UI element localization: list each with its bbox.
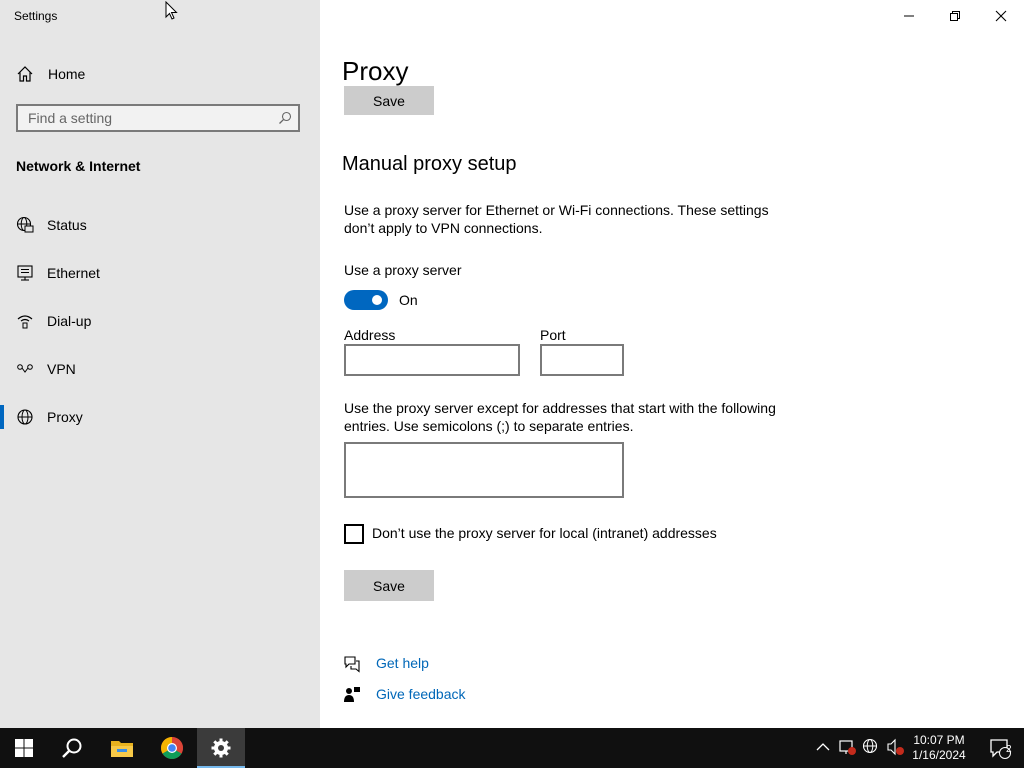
minimize-icon (904, 15, 914, 17)
sidebar-item-vpn[interactable]: VPN (0, 349, 320, 389)
sidebar-item-label: Ethernet (47, 265, 100, 281)
globe-monitor-icon (16, 216, 34, 233)
globe-icon (17, 409, 33, 425)
settings-taskbar-button[interactable] (197, 728, 245, 768)
chrome-icon (161, 737, 183, 759)
get-help-link[interactable]: Get help (343, 654, 429, 674)
sidebar-item-label: Dial-up (47, 313, 92, 329)
sidebar-item-proxy[interactable]: Proxy (0, 397, 320, 437)
minimize-button[interactable] (886, 0, 932, 32)
sidebar-item-label: Proxy (47, 409, 83, 425)
help-chat-icon (344, 656, 360, 673)
home-nav-item[interactable]: Home (16, 62, 85, 86)
search-input[interactable] (18, 106, 278, 130)
vpn-icon (17, 364, 33, 373)
sidebar-item-ethernet[interactable]: Ethernet (0, 253, 320, 293)
sidebar-item-status[interactable]: Status (0, 205, 320, 245)
port-label: Port (540, 327, 566, 343)
selected-indicator (0, 405, 4, 429)
chrome-button[interactable] (148, 728, 196, 768)
local-addresses-label[interactable]: Don’t use the proxy server for local (in… (372, 525, 717, 541)
restore-icon (950, 11, 960, 21)
sidebar-item-label: VPN (47, 361, 76, 377)
home-label: Home (48, 66, 86, 82)
notification-count: 2 (1006, 744, 1012, 755)
app-title: Settings (14, 9, 58, 23)
sidebar-item-dialup[interactable]: Dial-up (0, 301, 320, 341)
search-box[interactable] (16, 104, 300, 132)
close-button[interactable] (978, 0, 1024, 32)
get-help-label[interactable]: Get help (376, 655, 429, 671)
toggle-state-label: On (399, 292, 418, 308)
network-globe-icon[interactable] (862, 738, 880, 756)
give-feedback-label[interactable]: Give feedback (376, 686, 466, 702)
clock-date: 1/16/2024 (912, 748, 966, 762)
mouse-cursor-icon (165, 1, 178, 20)
file-explorer-icon (111, 741, 133, 757)
port-field[interactable] (540, 344, 624, 376)
exceptions-description: Use the proxy server except for addresse… (344, 400, 776, 434)
exceptions-field[interactable] (344, 442, 624, 498)
close-icon (995, 10, 1007, 22)
settings-gear-icon (211, 738, 231, 758)
save-button-top[interactable]: Save (344, 86, 434, 115)
dialup-icon (17, 315, 33, 329)
security-warning-icon[interactable] (838, 738, 856, 756)
use-proxy-label: Use a proxy server (344, 262, 462, 278)
save-button[interactable]: Save (344, 570, 434, 601)
file-explorer-button[interactable] (98, 728, 146, 768)
chevron-up-icon[interactable] (814, 738, 832, 756)
restore-button[interactable] (932, 0, 978, 32)
taskbar: 10:07 PM 1/16/2024 2 (0, 728, 1024, 768)
action-center-button[interactable]: 2 (976, 728, 1024, 768)
search-icon (62, 738, 82, 758)
sidebar-item-label: Status (47, 217, 87, 233)
toggle-knob (372, 295, 382, 305)
ethernet-icon (17, 265, 33, 281)
manual-proxy-heading: Manual proxy setup (342, 153, 517, 175)
taskbar-clock[interactable]: 10:07 PM 1/16/2024 (906, 733, 972, 763)
local-addresses-checkbox[interactable] (344, 524, 364, 544)
start-button[interactable] (0, 728, 48, 768)
home-icon (17, 66, 33, 82)
give-feedback-link[interactable]: Give feedback (343, 685, 466, 705)
search-icon[interactable] (278, 111, 292, 125)
page-title: Proxy (342, 56, 409, 86)
volume-muted-icon[interactable] (886, 738, 904, 756)
use-proxy-toggle[interactable] (344, 290, 388, 310)
address-field[interactable] (344, 344, 520, 376)
clock-time: 10:07 PM (913, 733, 965, 747)
address-label: Address (344, 327, 396, 343)
section-heading: Network & Internet (16, 158, 141, 174)
taskbar-search-button[interactable] (48, 728, 96, 768)
sidebar: Settings Home Network & Internet Status (0, 0, 320, 728)
feedback-person-icon (344, 687, 360, 702)
manual-proxy-description: Use a proxy server for Ethernet or Wi-Fi… (344, 202, 769, 236)
windows-start-icon (15, 739, 33, 757)
